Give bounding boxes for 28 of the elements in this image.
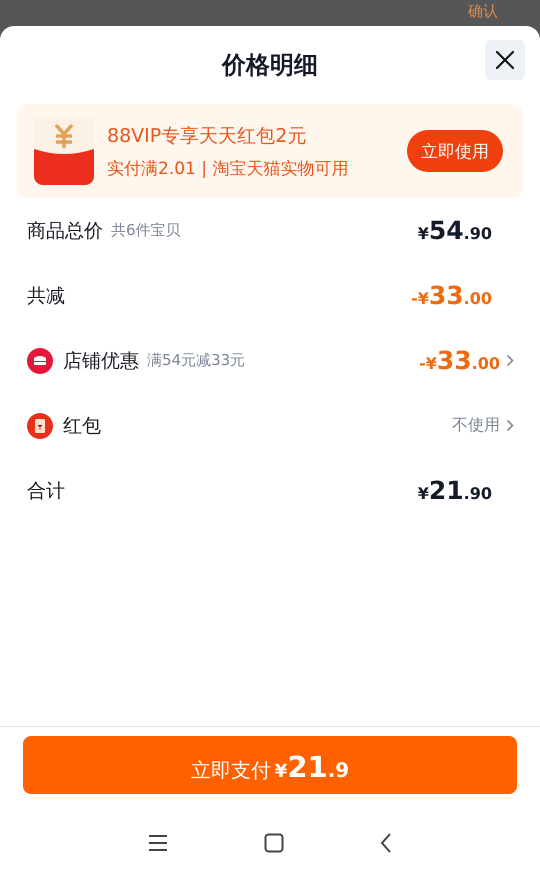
close-button[interactable] [485, 40, 525, 80]
row-label: 店铺优惠 [63, 348, 139, 374]
sheet-title: 价格明细 [222, 50, 318, 81]
chevron-right-icon[interactable] [506, 354, 514, 367]
use-now-button[interactable]: 立即使用 [407, 130, 503, 172]
row-label: 商品总价 [27, 218, 103, 244]
home-square-icon[interactable] [264, 833, 284, 853]
close-icon [495, 50, 515, 70]
promo-title: 88VIP专享天天红包2元 [107, 124, 308, 148]
promo-detail: 实付满2.01 | 淘宝天猫实物可用 [107, 158, 350, 180]
money-envelope-icon [27, 412, 53, 438]
price-amount: ¥54.90 [418, 216, 492, 245]
price-amount: -¥33.00 [411, 281, 492, 310]
row-note: 满54元减33元 [147, 351, 246, 370]
chevron-right-icon[interactable] [506, 419, 514, 432]
confirm-link[interactable]: 确认 [468, 2, 498, 21]
row-label: 共减 [27, 284, 65, 308]
hongbao-envelope-icon [34, 117, 94, 185]
pay-now-button[interactable]: 立即支付 ¥21.9 [23, 736, 517, 794]
row-label: 红包 [63, 414, 101, 438]
menu-icon[interactable] [148, 834, 168, 852]
option-value[interactable]: 不使用 [452, 415, 500, 436]
shop-icon [27, 348, 53, 374]
price-amount: ¥21.90 [418, 476, 492, 505]
back-icon[interactable] [380, 833, 392, 853]
price-amount: -¥33.00 [419, 346, 500, 375]
row-note: 共6件宝贝 [111, 221, 181, 240]
row-label: 合计 [27, 478, 65, 504]
